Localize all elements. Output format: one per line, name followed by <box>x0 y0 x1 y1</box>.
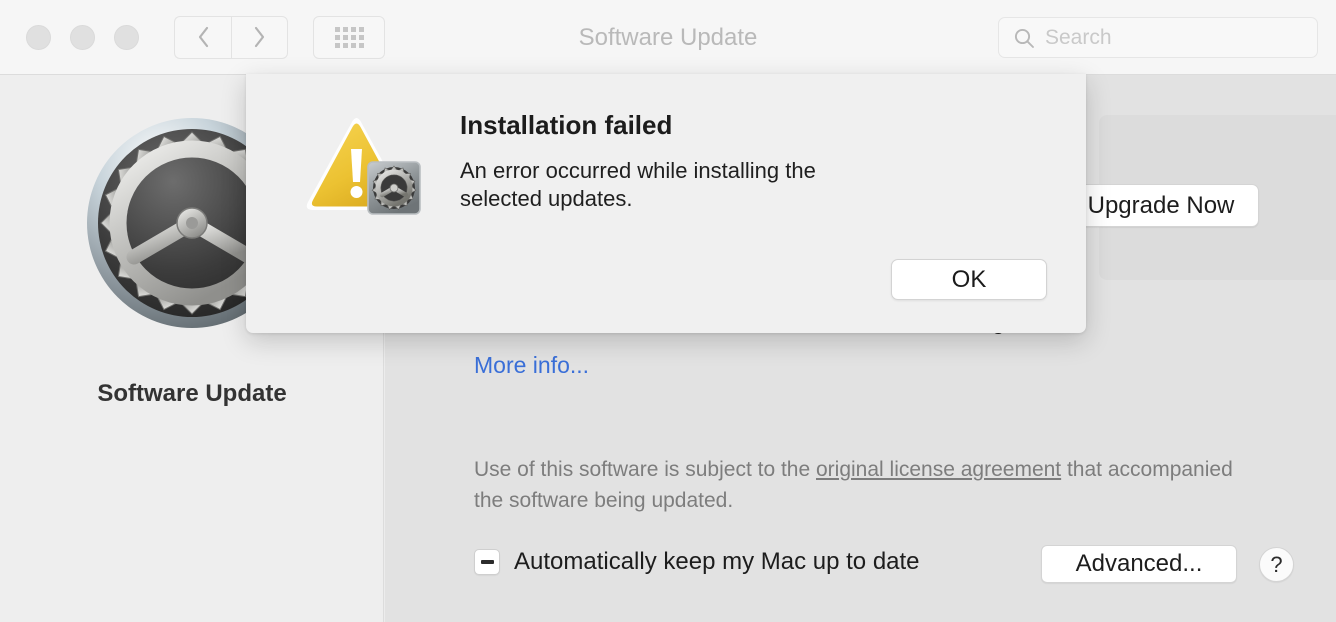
navigation-segmented-control <box>174 15 288 59</box>
back-button[interactable] <box>174 15 231 59</box>
close-button[interactable] <box>26 24 51 50</box>
window-titlebar: Software Update Search <box>0 0 1336 75</box>
warning-triangle-with-gear-badge-icon <box>306 118 421 215</box>
advanced-button[interactable]: Advanced... <box>1041 545 1237 583</box>
search-field[interactable]: Search <box>998 17 1318 58</box>
auto-update-row[interactable]: Automatically keep my Mac up to date <box>474 548 920 576</box>
ok-button[interactable]: OK <box>891 259 1047 300</box>
license-text: Use of this software is subject to the o… <box>474 454 1234 516</box>
search-input-placeholder[interactable]: Search <box>1045 26 1112 50</box>
upgrade-now-button[interactable]: Upgrade Now <box>1063 184 1259 227</box>
show-all-button[interactable] <box>313 15 385 59</box>
show-all-grid-icon <box>334 26 364 48</box>
traffic-light-group <box>26 24 139 50</box>
dialog-title: Installation failed <box>460 110 673 140</box>
search-icon <box>1013 27 1035 49</box>
original-license-agreement-link[interactable]: original license agreement <box>816 458 1061 481</box>
help-button[interactable]: ? <box>1259 547 1294 582</box>
minimize-button[interactable] <box>70 24 95 50</box>
chevron-right-icon <box>254 26 265 48</box>
forward-button[interactable] <box>231 15 288 59</box>
license-prefix: Use of this software is subject to the <box>474 458 816 481</box>
software-update-window: Software Update Search Software Update U… <box>0 0 1336 622</box>
dialog-message: An error occurred while installing the s… <box>460 158 816 211</box>
auto-update-checkbox[interactable] <box>474 549 500 575</box>
chevron-left-icon <box>198 26 208 48</box>
zoom-button[interactable] <box>114 24 139 50</box>
installation-failed-dialog: Installation failed An error occurred wh… <box>246 74 1086 333</box>
auto-update-label: Automatically keep my Mac up to date <box>514 548 920 575</box>
more-info-link[interactable]: More info... <box>474 352 589 379</box>
sidebar-item-label: Software Update <box>97 380 287 407</box>
checkbox-mixed-dash-icon <box>480 560 494 564</box>
